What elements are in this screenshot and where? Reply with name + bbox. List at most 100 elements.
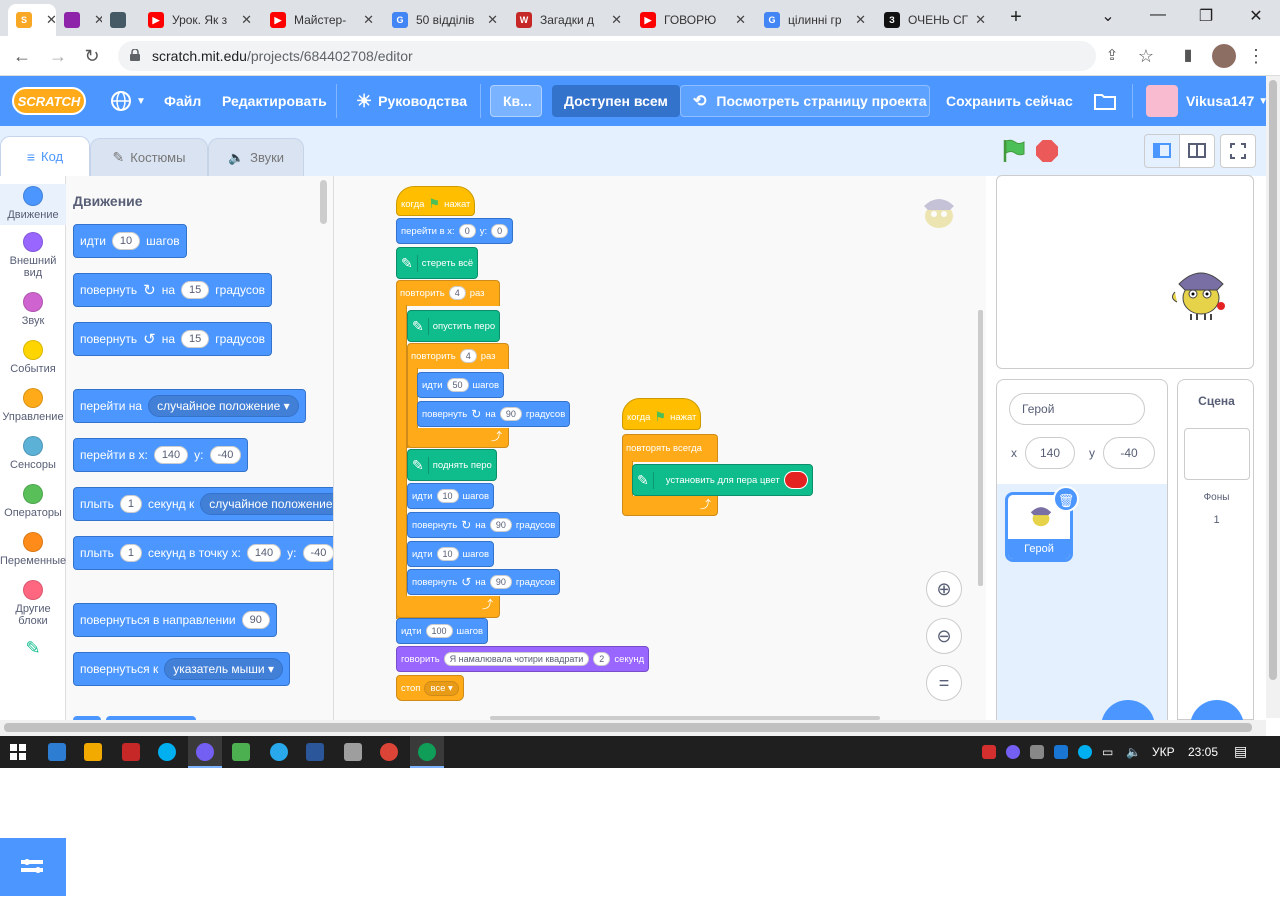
- target-dropdown[interactable]: случайное положение ▾: [148, 395, 299, 417]
- block-turn-right[interactable]: повернуть ↻ на 15 градусов: [73, 273, 273, 307]
- stop-sign-icon[interactable]: [1036, 140, 1058, 162]
- browser-tab-google-2[interactable]: G цілинні гр ✕: [756, 4, 874, 36]
- tray-viber-icon[interactable]: [1006, 745, 1020, 759]
- small-stage-button[interactable]: [1144, 134, 1180, 168]
- skype-icon[interactable]: [158, 743, 176, 761]
- block-move-steps[interactable]: идти 10 шагов: [407, 541, 495, 567]
- browser-tab-youtube-3[interactable]: ▶ ГОВОРЮ ✕: [632, 4, 754, 36]
- page-scrollbar-thumb[interactable]: [1269, 80, 1277, 680]
- backdrop-thumbnail[interactable]: [1184, 428, 1250, 480]
- block-turn-right[interactable]: повернуть ↻ на 90 градусов: [407, 512, 561, 538]
- project-title-input[interactable]: Кв...: [490, 85, 542, 117]
- steps-input[interactable]: 10: [436, 489, 459, 503]
- tray-icon[interactable]: [1054, 745, 1068, 759]
- close-tab-icon[interactable]: ✕: [481, 12, 498, 28]
- block-turn-left[interactable]: повернуть ↺ на 90 градусов: [407, 569, 561, 595]
- maximize-icon[interactable]: ❐: [1194, 6, 1218, 26]
- block-when-flag-clicked[interactable]: когда ⚑ нажат: [396, 186, 476, 216]
- see-project-page-button[interactable]: ⟲ Посмотреть страницу проекта: [680, 85, 930, 117]
- block-glide-to-target[interactable]: плыть 1 секунд к случайное положение: [73, 487, 333, 521]
- x-input[interactable]: 140: [153, 446, 189, 464]
- block-pen-up[interactable]: ✎ поднять перо: [407, 449, 497, 481]
- chrome-icon[interactable]: [418, 743, 436, 761]
- close-tab-icon[interactable]: ✕: [88, 12, 102, 28]
- more-menu-icon[interactable]: ⋮: [1244, 44, 1268, 68]
- notifications-icon[interactable]: ▤: [1234, 743, 1247, 760]
- block-go-to-xy[interactable]: перейти в x: 140 y: -40: [73, 438, 249, 472]
- block-go-to-target[interactable]: перейти на случайное положение ▾: [73, 389, 306, 423]
- block-say-for-secs[interactable]: говорить Я намалювала чотири квадрати 2 …: [396, 646, 650, 672]
- x-input[interactable]: 140: [246, 544, 282, 562]
- zoom-out-button[interactable]: ⊖: [926, 618, 962, 654]
- fullscreen-button[interactable]: [1220, 134, 1256, 168]
- towards-dropdown[interactable]: указатель мыши ▾: [164, 658, 283, 680]
- tutorials-menu[interactable]: ☀ Руководства: [346, 76, 477, 126]
- steps-input[interactable]: 50: [446, 378, 469, 392]
- green-flag-icon[interactable]: [1002, 138, 1026, 164]
- block-move-steps[interactable]: идти 10 шагов: [407, 483, 495, 509]
- target-dropdown[interactable]: случайное положение: [200, 493, 333, 515]
- new-tab-icon[interactable]: +: [1004, 6, 1028, 29]
- close-window-icon[interactable]: ✕: [1244, 6, 1268, 26]
- chrome-icon[interactable]: [380, 743, 398, 761]
- stage-selector[interactable]: Сцена Фоны 1: [1177, 379, 1254, 730]
- steps-input[interactable]: 100: [425, 624, 453, 638]
- block-set-pen-color[interactable]: ✎ установить для пера цвет: [632, 464, 813, 496]
- pen-color-swatch[interactable]: [783, 471, 808, 489]
- share-button[interactable]: Доступен всем: [552, 85, 680, 117]
- page-h-scrollbar-thumb[interactable]: [4, 723, 1252, 732]
- block-when-flag-clicked[interactable]: когда ⚑ нажат: [622, 398, 702, 430]
- share-icon[interactable]: ⇪: [1100, 44, 1124, 68]
- keyboard-language[interactable]: УКР: [1152, 745, 1175, 759]
- degrees-input[interactable]: 90: [489, 518, 512, 532]
- sprite-x-input[interactable]: 140: [1025, 437, 1075, 469]
- app-icon[interactable]: [84, 743, 102, 761]
- volume-icon[interactable]: 🔈: [1126, 745, 1141, 759]
- browser-tab-youtube-2[interactable]: ▶ Майстер- ✕: [262, 4, 382, 36]
- block-turn-right[interactable]: повернуть ↻ на 90 градусов: [417, 401, 571, 427]
- app-icon[interactable]: [344, 743, 362, 761]
- close-tab-icon[interactable]: ✕: [969, 12, 986, 28]
- browser-tab-google-1[interactable]: G 50 відділів ✕: [384, 4, 506, 36]
- block-stop[interactable]: стоп все ▾: [396, 675, 464, 701]
- category-sensing[interactable]: Сенсоры: [0, 436, 66, 471]
- block-point-in-direction[interactable]: повернуться в направлении 90: [73, 603, 277, 637]
- word-icon[interactable]: [306, 743, 324, 761]
- message-input[interactable]: Я намалювала чотири квадрати: [443, 652, 590, 666]
- delete-sprite-button[interactable]: 🗑: [1053, 486, 1079, 512]
- block-pen-clear[interactable]: ✎ стереть всё: [396, 247, 479, 279]
- minimize-icon[interactable]: —: [1146, 6, 1170, 24]
- app-icon[interactable]: [48, 743, 66, 761]
- telegram-icon[interactable]: [270, 743, 288, 761]
- file-menu[interactable]: Файл: [154, 76, 211, 126]
- page-scrollbar[interactable]: [1266, 76, 1280, 718]
- scratch-logo[interactable]: SCRATCH: [12, 87, 86, 115]
- direction-input[interactable]: 90: [241, 611, 270, 629]
- degrees-input[interactable]: 90: [489, 575, 512, 589]
- bookmark-star-icon[interactable]: ☆: [1134, 44, 1158, 68]
- steps-input[interactable]: 10: [111, 232, 141, 250]
- language-menu[interactable]: ▼: [100, 76, 156, 126]
- tray-skype-icon[interactable]: [1078, 745, 1092, 759]
- degrees-input[interactable]: 90: [499, 407, 522, 421]
- clock[interactable]: 23:05: [1188, 745, 1218, 759]
- browser-tab-2[interactable]: ✕: [56, 4, 102, 36]
- block-turn-left[interactable]: повернуть ↺ на 15 градусов: [73, 322, 273, 356]
- close-tab-icon[interactable]: ✕: [849, 12, 866, 28]
- category-motion[interactable]: Движение: [0, 184, 66, 225]
- account-menu[interactable]: Vikusa147 ▼: [1136, 76, 1278, 126]
- category-pen[interactable]: ✎: [0, 639, 66, 657]
- browser-tab-3[interactable]: [102, 4, 138, 36]
- block-pen-down[interactable]: ✎ опустить перо: [407, 310, 501, 342]
- category-my-blocks[interactable]: Другие блоки: [0, 580, 66, 627]
- repeat-count-input[interactable]: 4: [448, 286, 466, 300]
- category-sound[interactable]: Звук: [0, 292, 66, 327]
- category-events[interactable]: События: [0, 340, 66, 375]
- y-input[interactable]: -40: [209, 446, 242, 464]
- tab-search-chevron-icon[interactable]: ⌄: [1096, 6, 1120, 26]
- seconds-input[interactable]: 1: [119, 495, 142, 513]
- repeat-count-input[interactable]: 4: [459, 349, 477, 363]
- app-icon[interactable]: [232, 743, 250, 761]
- block-go-to-xy[interactable]: перейти в x: 0 y: 0: [396, 218, 514, 244]
- block-move-steps[interactable]: идти 10 шагов: [73, 224, 187, 258]
